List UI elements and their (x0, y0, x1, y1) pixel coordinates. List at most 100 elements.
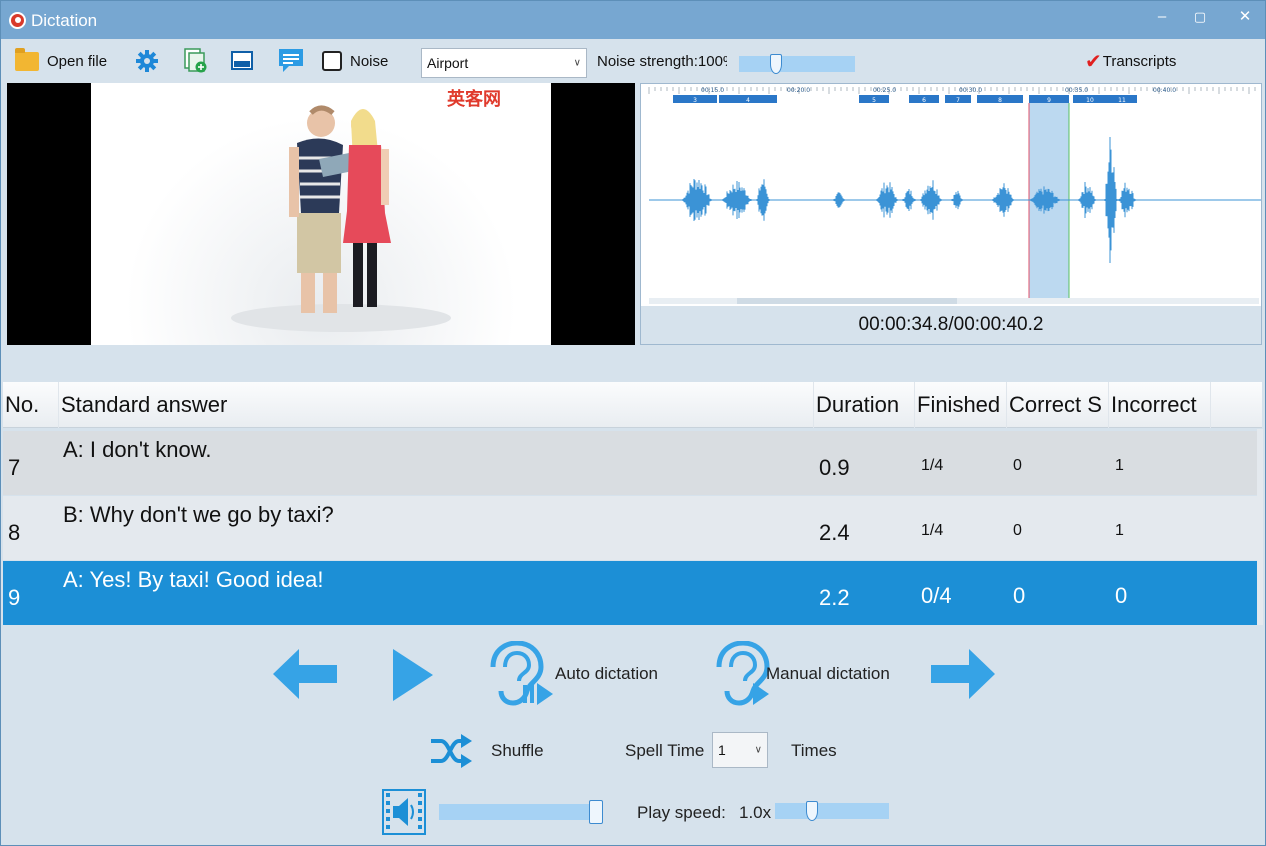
manual-dictation-ear-icon[interactable] (711, 641, 771, 707)
spell-time-label: Spell Time (625, 741, 705, 760)
chat-bubble-icon (279, 49, 303, 72)
add-file-button[interactable] (183, 47, 207, 75)
row-correct: 0 (1013, 522, 1022, 539)
waveform-panel[interactable]: 00:15.0 00:20.0 00:25.0 00:30.0 00:35.0 00:40… (640, 83, 1262, 345)
play-speed-label: Play speed: (637, 803, 726, 822)
auto-dictation-ear-icon[interactable] (485, 641, 555, 707)
noise-strength-label: Noise strength:100% (597, 52, 727, 70)
manual-dictation-label[interactable]: Manual dictation (766, 664, 890, 684)
play-speed-slider-thumb[interactable] (806, 801, 818, 821)
row-correct: 0 (1013, 583, 1026, 608)
row-number: 9 (8, 585, 21, 610)
noise-label: Noise (350, 52, 389, 70)
time-readout: 00:00:34.8/00:00:40.2 (641, 306, 1261, 344)
video-player[interactable]: 英客网 (7, 83, 635, 345)
table-header: No. Standard answer Duration Finished Co… (3, 382, 1262, 428)
column-header-no[interactable]: No. (3, 382, 59, 428)
segment-number: 11 (1118, 97, 1126, 104)
column-header-answer[interactable]: Standard answer (59, 382, 814, 428)
row-incorrect: 1 (1115, 457, 1124, 474)
row-duration: 2.2 (819, 585, 850, 610)
segment-number: 8 (998, 97, 1002, 104)
segment-strip[interactable]: 3 4 5 6 7 8 9 10 11 (673, 95, 1137, 104)
title-bar: Dictation – ▢ ✕ (1, 1, 1265, 39)
row-number: 7 (8, 455, 21, 480)
noise-checkbox-box[interactable] (322, 51, 342, 71)
segment-number: 10 (1086, 97, 1094, 104)
segment-number: 9 (1047, 97, 1051, 104)
row-correct: 0 (1013, 457, 1022, 474)
row-finished: 1/4 (921, 522, 944, 539)
monitor-icon (231, 51, 253, 70)
row-answer: A: Yes! By taxi! Good idea! (63, 567, 324, 592)
chevron-down-icon: ∨ (573, 57, 581, 69)
row-finished: 0/4 (921, 583, 952, 608)
times-label: Times (791, 741, 837, 760)
volume-slider-thumb[interactable] (589, 800, 603, 824)
add-document-icon (184, 48, 207, 73)
shuffle-label[interactable]: Shuffle (491, 741, 544, 761)
ruler-label: 00:25.0 (873, 87, 896, 94)
column-header-correct[interactable]: Correct S (1007, 382, 1109, 428)
table-row-selected[interactable]: 9 A: Yes! By taxi! Good idea! 2.2 0/4 0 … (3, 561, 1257, 625)
transcripts-label: Transcripts (1102, 52, 1177, 70)
screen-mode-button[interactable] (231, 47, 253, 75)
scene-select[interactable]: Airport ∨ (421, 48, 587, 78)
segment-number: 4 (746, 97, 750, 104)
waveform-view[interactable]: 00:15.0 00:20.0 00:25.0 00:30.0 00:35.0 00:40… (641, 84, 1261, 306)
open-file-button[interactable]: Open file (15, 47, 107, 75)
column-header-finished[interactable]: Finished (915, 382, 1007, 428)
close-button[interactable]: ✕ (1234, 7, 1256, 27)
previous-arrow-icon[interactable] (271, 647, 339, 701)
row-incorrect: 0 (1115, 583, 1128, 608)
toolbar: Open file Noise Airport ∨ Noise strength… (1, 39, 1265, 83)
ruler-label: 00:20.0 (787, 87, 810, 94)
segment-number: 6 (922, 97, 926, 104)
chevron-down-icon: ∨ (754, 744, 762, 756)
table-scrollbar[interactable] (1257, 429, 1263, 625)
play-speed-value: 1.0x (739, 803, 772, 822)
volume-slider[interactable] (439, 800, 603, 824)
ruler-label: 00:35.0 (1065, 87, 1088, 94)
shuffle-icon[interactable] (429, 733, 473, 769)
segment-number: 5 (872, 97, 876, 104)
transcripts-button[interactable]: ✔ Transcripts (1085, 47, 1176, 75)
folder-icon (15, 47, 39, 71)
row-answer: B: Why don't we go by taxi? (63, 502, 334, 527)
red-check-icon: ✔ (1085, 50, 1102, 73)
waveform-scrollbar-thumb[interactable] (737, 298, 957, 304)
settings-button[interactable] (135, 47, 159, 75)
row-duration: 2.4 (819, 520, 850, 545)
app-logo-icon (9, 12, 26, 29)
noise-strength-slider[interactable] (739, 54, 855, 74)
volume-icon[interactable] (382, 789, 426, 835)
ruler-label: 00:30.0 (959, 87, 982, 94)
open-file-label: Open file (47, 52, 108, 70)
next-arrow-icon[interactable] (929, 647, 997, 701)
subtitle-button[interactable] (277, 47, 305, 75)
segment-number: 3 (693, 97, 697, 104)
time-ruler: 00:15.0 00:20.0 00:25.0 00:30.0 00:35.0 00:40… (648, 87, 1256, 94)
play-icon[interactable] (391, 647, 435, 703)
table-row[interactable]: 7 A: I don't know. 0.9 1/4 0 1 (3, 431, 1257, 495)
gear-icon (136, 50, 158, 72)
minimize-button[interactable]: – (1151, 7, 1173, 27)
video-frame: 英客网 (91, 83, 551, 345)
table-row[interactable]: 8 B: Why don't we go by taxi? 2.4 1/4 0 … (3, 496, 1257, 560)
row-incorrect: 1 (1115, 522, 1124, 539)
restore-button[interactable]: ▢ (1189, 7, 1211, 27)
auto-dictation-label[interactable]: Auto dictation (555, 664, 658, 684)
spell-time-value: 1 (718, 742, 726, 758)
scene-select-value: Airport (427, 55, 469, 71)
column-header-duration[interactable]: Duration (814, 382, 915, 428)
video-scene-image (231, 105, 451, 332)
column-header-incorrect[interactable]: Incorrect (1109, 382, 1211, 428)
play-speed-slider[interactable] (775, 801, 889, 821)
video-watermark: 英客网 (447, 89, 501, 110)
noise-checkbox[interactable]: Noise (322, 47, 388, 75)
row-finished: 1/4 (921, 457, 944, 474)
spell-time-select[interactable]: 1 ∨ (712, 732, 768, 768)
noise-strength-slider-thumb[interactable] (770, 54, 782, 74)
segment-number: 7 (956, 97, 960, 104)
row-duration: 0.9 (819, 455, 850, 480)
